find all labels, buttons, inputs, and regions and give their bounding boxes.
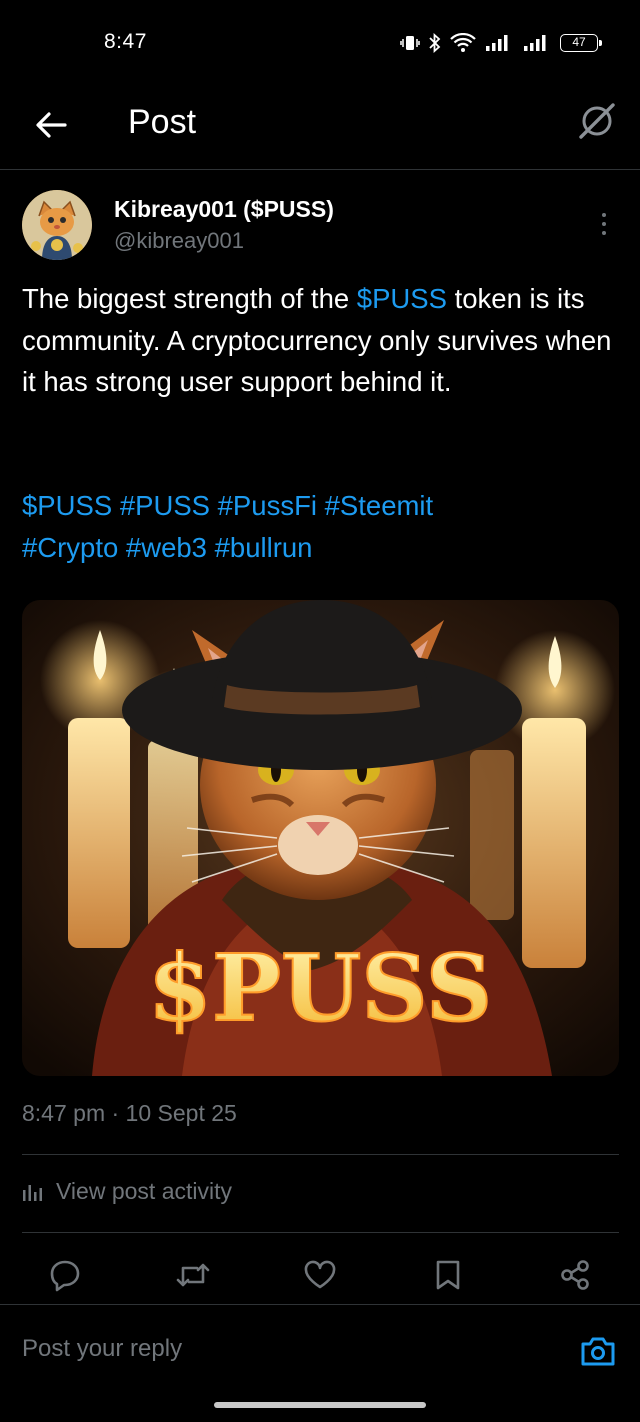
reply-icon (50, 1260, 80, 1292)
status-time: 8:47 (104, 30, 147, 53)
share-button[interactable] (552, 1252, 598, 1298)
view-post-activity-label: View post activity (56, 1178, 232, 1204)
hashtag-line-1[interactable]: $PUSS #PUSS #PussFi #Steemit (22, 485, 622, 527)
post-text: The biggest strength of the $PUSS token … (22, 278, 622, 403)
image-caption-text: $PUSS (148, 934, 492, 1042)
bookmark-icon (436, 1260, 460, 1290)
repost-icon (176, 1263, 210, 1287)
top-app-bar: Post (0, 86, 640, 170)
back-button[interactable] (30, 104, 72, 146)
view-post-activity[interactable]: View post activity (22, 1178, 232, 1205)
user-handle[interactable]: @kibreay001 (114, 228, 244, 254)
analytics-icon (23, 1184, 42, 1201)
divider (22, 1232, 619, 1233)
reply-composer: Post your reply (0, 1304, 640, 1388)
status-bar: 8:47 47 (0, 0, 640, 86)
like-button[interactable] (297, 1252, 343, 1298)
bluetooth-icon (429, 33, 441, 53)
more-dot-icon (602, 213, 606, 217)
like-icon (304, 1260, 336, 1289)
more-dot-icon (602, 231, 606, 235)
signal-icon-2 (524, 35, 546, 51)
divider (22, 1154, 619, 1155)
reply-button[interactable] (42, 1252, 88, 1298)
reply-input[interactable]: Post your reply (22, 1335, 182, 1363)
post-author: Kibreay001 ($PUSS) @kibreay001 (22, 190, 618, 262)
more-dot-icon (602, 222, 606, 226)
hashtag-list: $PUSS #PUSS #PussFi #Steemit #Crypto #we… (22, 485, 622, 568)
bookmark-button[interactable] (425, 1252, 471, 1298)
cashtag-link[interactable]: $PUSS (357, 283, 447, 314)
grok-icon (579, 103, 615, 139)
post-action-bar (0, 1252, 640, 1302)
page-title: Post (128, 103, 197, 141)
cat-in-hat-image: $PUSS (22, 600, 619, 1076)
wifi-icon (450, 33, 476, 52)
post-text-start: The biggest strength of the (22, 283, 357, 314)
cat-avatar-image (22, 190, 92, 260)
home-indicator[interactable] (214, 1402, 426, 1408)
post-timestamp: 8:47 pm · 10 Sept 25 (22, 1100, 237, 1126)
hashtag-line-2[interactable]: #Crypto #web3 #bullrun (22, 527, 622, 569)
camera-icon (581, 1337, 615, 1366)
arrow-left-icon (36, 112, 67, 138)
post-image[interactable]: $PUSS (22, 600, 619, 1076)
repost-button[interactable] (170, 1252, 216, 1298)
grok-button[interactable] (576, 100, 618, 142)
display-name[interactable]: Kibreay001 ($PUSS) (114, 196, 334, 223)
avatar[interactable] (22, 190, 92, 260)
camera-button[interactable] (578, 1331, 618, 1371)
status-icons: 47 (400, 30, 602, 56)
more-options-button[interactable] (594, 204, 614, 244)
battery-indicator: 47 (560, 34, 602, 52)
signal-icon (486, 35, 508, 51)
share-icon (561, 1260, 589, 1290)
vibrate-icon (400, 36, 420, 50)
